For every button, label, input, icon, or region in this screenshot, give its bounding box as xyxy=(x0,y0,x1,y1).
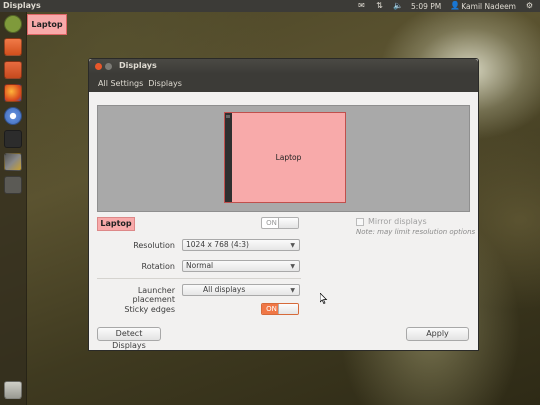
system-settings-icon[interactable] xyxy=(4,153,22,171)
user-menu[interactable]: 👤 Kamil Nadeem xyxy=(450,2,516,11)
launcher-preview-icon xyxy=(226,115,230,118)
display-power-toggle[interactable]: ON xyxy=(261,217,299,229)
workspace-switcher-icon[interactable] xyxy=(4,176,22,194)
system-tray: ✉ ⇅ 🔈 5:09 PM 👤 Kamil Nadeem ⚙ xyxy=(357,0,534,12)
launcher-placement-dropdown[interactable]: All displays ▼ xyxy=(182,284,300,296)
resolution-dropdown[interactable]: 1024 x 768 (4:3) ▼ xyxy=(182,239,300,251)
launcher-placement-value: All displays xyxy=(203,285,246,294)
sticky-edges-label: Sticky edges xyxy=(124,305,175,314)
resolution-label: Resolution xyxy=(133,241,175,250)
gear-icon[interactable]: ⚙ xyxy=(525,2,534,10)
clock[interactable]: 5:09 PM xyxy=(411,2,441,11)
all-settings-button[interactable]: All Settings xyxy=(98,79,143,88)
detect-displays-button[interactable]: Detect Displays xyxy=(97,327,161,350)
monitor-preview[interactable]: Laptop xyxy=(224,112,346,203)
divider xyxy=(97,278,301,279)
launcher-placement-label: Launcher placement xyxy=(132,286,175,304)
breadcrumb-current: Displays xyxy=(148,78,182,88)
breadcrumb: All Settings Displays xyxy=(89,74,478,92)
chromium-icon[interactable] xyxy=(4,107,22,125)
toggle-knob xyxy=(278,218,298,228)
mirror-label: Mirror displays xyxy=(368,217,427,226)
display-name-badge: Laptop xyxy=(97,217,135,231)
mail-icon[interactable]: ✉ xyxy=(357,2,366,10)
firefox-icon[interactable] xyxy=(4,84,22,102)
launcher xyxy=(0,12,27,405)
dash-icon[interactable] xyxy=(4,15,22,33)
window-titlebar[interactable]: Displays xyxy=(89,59,478,74)
displays-window: Displays All Settings Displays Laptop La… xyxy=(88,58,479,351)
rotation-dropdown[interactable]: Normal ▼ xyxy=(182,260,300,272)
user-name: Kamil Nadeem xyxy=(461,1,516,11)
trash-icon[interactable] xyxy=(4,381,22,399)
software-center-icon[interactable] xyxy=(4,61,22,79)
resolution-value: 1024 x 768 (4:3) xyxy=(186,240,249,249)
display-arrangement-area[interactable]: Laptop xyxy=(97,105,470,212)
monitor-label: Laptop xyxy=(232,113,345,202)
mirror-displays-checkbox[interactable]: Mirror displays xyxy=(356,217,427,226)
mouse-pointer-icon xyxy=(319,292,328,306)
top-panel: Displays ✉ ⇅ 🔈 5:09 PM 👤 Kamil Nadeem ⚙ xyxy=(0,0,540,12)
user-icon: 👤 xyxy=(450,1,461,10)
close-icon[interactable] xyxy=(95,63,102,70)
checkbox-icon xyxy=(356,217,364,226)
display-identify-label: Laptop xyxy=(27,14,67,35)
minimize-icon[interactable] xyxy=(105,63,112,70)
panel-app-title: Displays xyxy=(3,1,41,10)
rotation-label: Rotation xyxy=(141,262,175,271)
files-icon[interactable] xyxy=(4,38,22,56)
sticky-edges-toggle[interactable]: ON xyxy=(261,303,299,315)
window-title: Displays xyxy=(119,61,157,70)
rotation-value: Normal xyxy=(186,261,214,270)
network-icon[interactable]: ⇅ xyxy=(375,2,384,10)
chevron-down-icon: ▼ xyxy=(290,263,295,270)
chevron-down-icon: ▼ xyxy=(290,287,295,294)
terminal-icon[interactable] xyxy=(4,130,22,148)
chevron-down-icon: ▼ xyxy=(290,242,295,249)
toggle-knob xyxy=(278,304,298,314)
mirror-note: Note: may limit resolution options xyxy=(356,228,476,236)
volume-icon[interactable]: 🔈 xyxy=(393,2,403,10)
apply-button[interactable]: Apply xyxy=(406,327,469,341)
